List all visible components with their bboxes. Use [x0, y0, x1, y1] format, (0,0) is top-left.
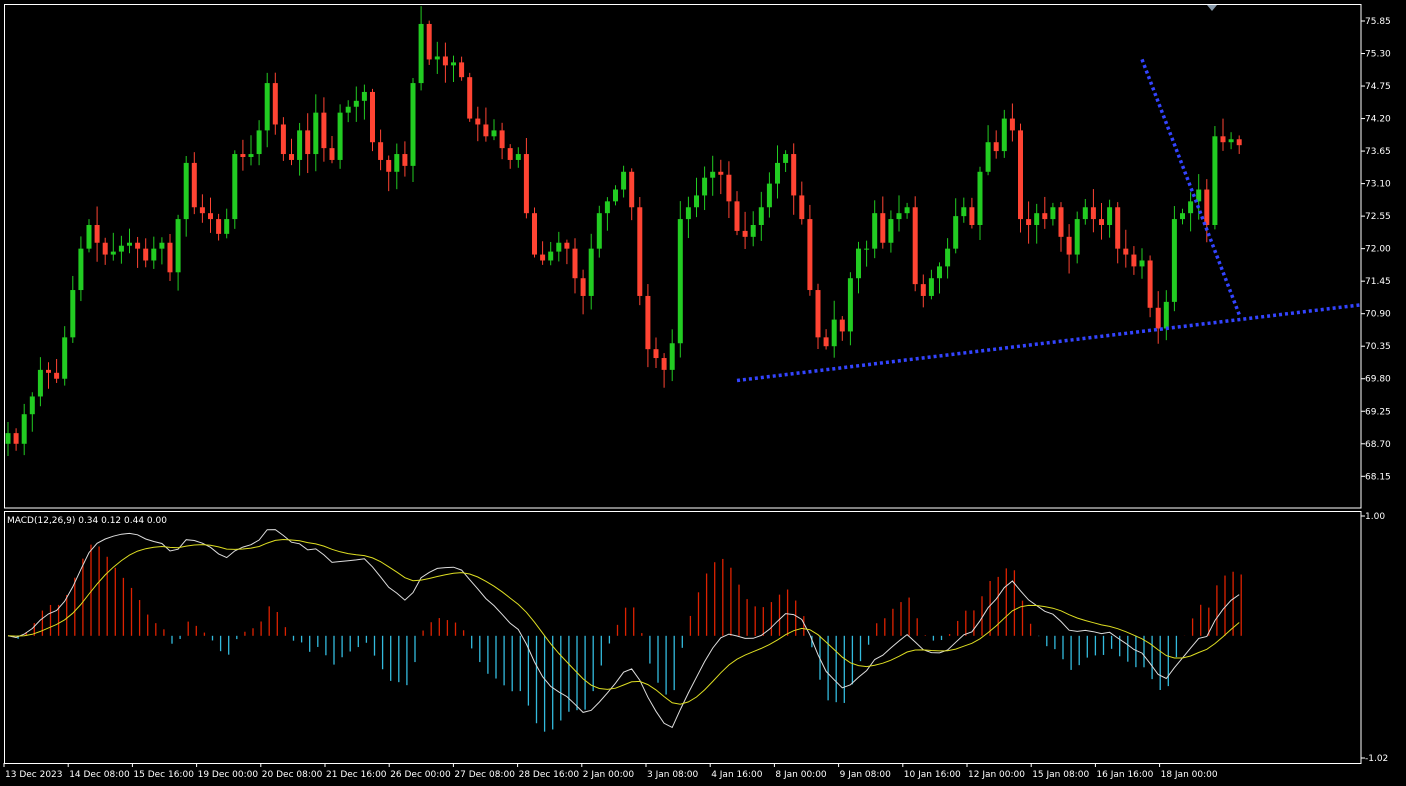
candle[interactable]	[232, 150, 238, 229]
price-tick-label: 72.55	[1365, 212, 1391, 222]
macd-tick-label: -1.02	[1365, 754, 1388, 764]
time-tick-label: 26 Dec 00:00	[390, 770, 451, 780]
time-tick-label: 15 Dec 16:00	[133, 770, 194, 780]
time-tick-label: 10 Jan 16:00	[904, 770, 961, 780]
price-tick-label: 71.45	[1365, 277, 1391, 287]
time-tick-label: 14 Dec 08:00	[69, 770, 130, 780]
time-tick-label: 12 Jan 00:00	[968, 770, 1025, 780]
time-tick-label: 28 Dec 16:00	[519, 770, 580, 780]
time-tick-label: 13 Dec 2023	[5, 770, 63, 780]
candle[interactable]	[1018, 123, 1023, 233]
time-tick-label: 3 Jan 08:00	[647, 770, 699, 780]
candle[interactable]	[532, 207, 537, 258]
price-tick-label: 74.20	[1365, 115, 1391, 125]
price-tick-label: 72.00	[1365, 245, 1391, 255]
time-tick-label: 4 Jan 16:00	[711, 770, 763, 780]
price-axis[interactable]: 75.85 75.30 74.75 74.20 73.65 73.10 72.55 72.00…	[1361, 17, 1391, 482]
candle[interactable]	[677, 201, 683, 358]
candle[interactable]	[426, 20, 432, 65]
macd-tick-label: 1.00	[1365, 512, 1385, 522]
price-tick-label: 75.30	[1365, 50, 1391, 60]
time-tick-label: 15 Jan 08:00	[1032, 770, 1089, 780]
chart-background	[0, 0, 1406, 786]
time-tick-label: 18 Jan 00:00	[1161, 770, 1218, 780]
time-tick-label: 19 Dec 00:00	[198, 770, 259, 780]
time-tick-label: 16 Jan 16:00	[1096, 770, 1153, 780]
price-tick-label: 75.85	[1365, 17, 1391, 27]
price-tick-label: 68.15	[1365, 472, 1391, 482]
time-tick-label: 27 Dec 08:00	[454, 770, 515, 780]
price-tick-label: 68.70	[1365, 440, 1391, 450]
candle[interactable]	[1171, 206, 1177, 312]
time-tick-label: 8 Jan 00:00	[775, 770, 827, 780]
price-tick-label: 74.75	[1365, 82, 1391, 92]
macd-indicator-label: MACD(12,26,9) 0.34 0.12 0.44 0.00	[7, 516, 167, 526]
price-tick-label: 69.80	[1365, 375, 1391, 385]
price-tick-label: 70.35	[1365, 342, 1391, 352]
time-tick-label: 21 Dec 16:00	[326, 770, 387, 780]
price-tick-label: 73.10	[1365, 180, 1391, 190]
candle[interactable]	[637, 197, 643, 306]
price-tick-label: 73.65	[1365, 147, 1391, 157]
candle[interactable]	[1212, 126, 1218, 230]
price-tick-label: 69.25	[1365, 407, 1391, 417]
time-tick-label: 2 Jan 00:00	[583, 770, 635, 780]
time-tick-label: 9 Jan 08:00	[840, 770, 892, 780]
price-chart[interactable]: 75.85 75.30 74.75 74.20 73.65 73.10 72.55 72.00…	[0, 0, 1406, 786]
candle[interactable]	[912, 196, 918, 292]
candle[interactable]	[467, 72, 473, 122]
time-tick-label: 20 Dec 08:00	[262, 770, 323, 780]
candle[interactable]	[337, 104, 343, 169]
price-tick-label: 70.90	[1365, 310, 1391, 320]
candle[interactable]	[370, 88, 375, 152]
